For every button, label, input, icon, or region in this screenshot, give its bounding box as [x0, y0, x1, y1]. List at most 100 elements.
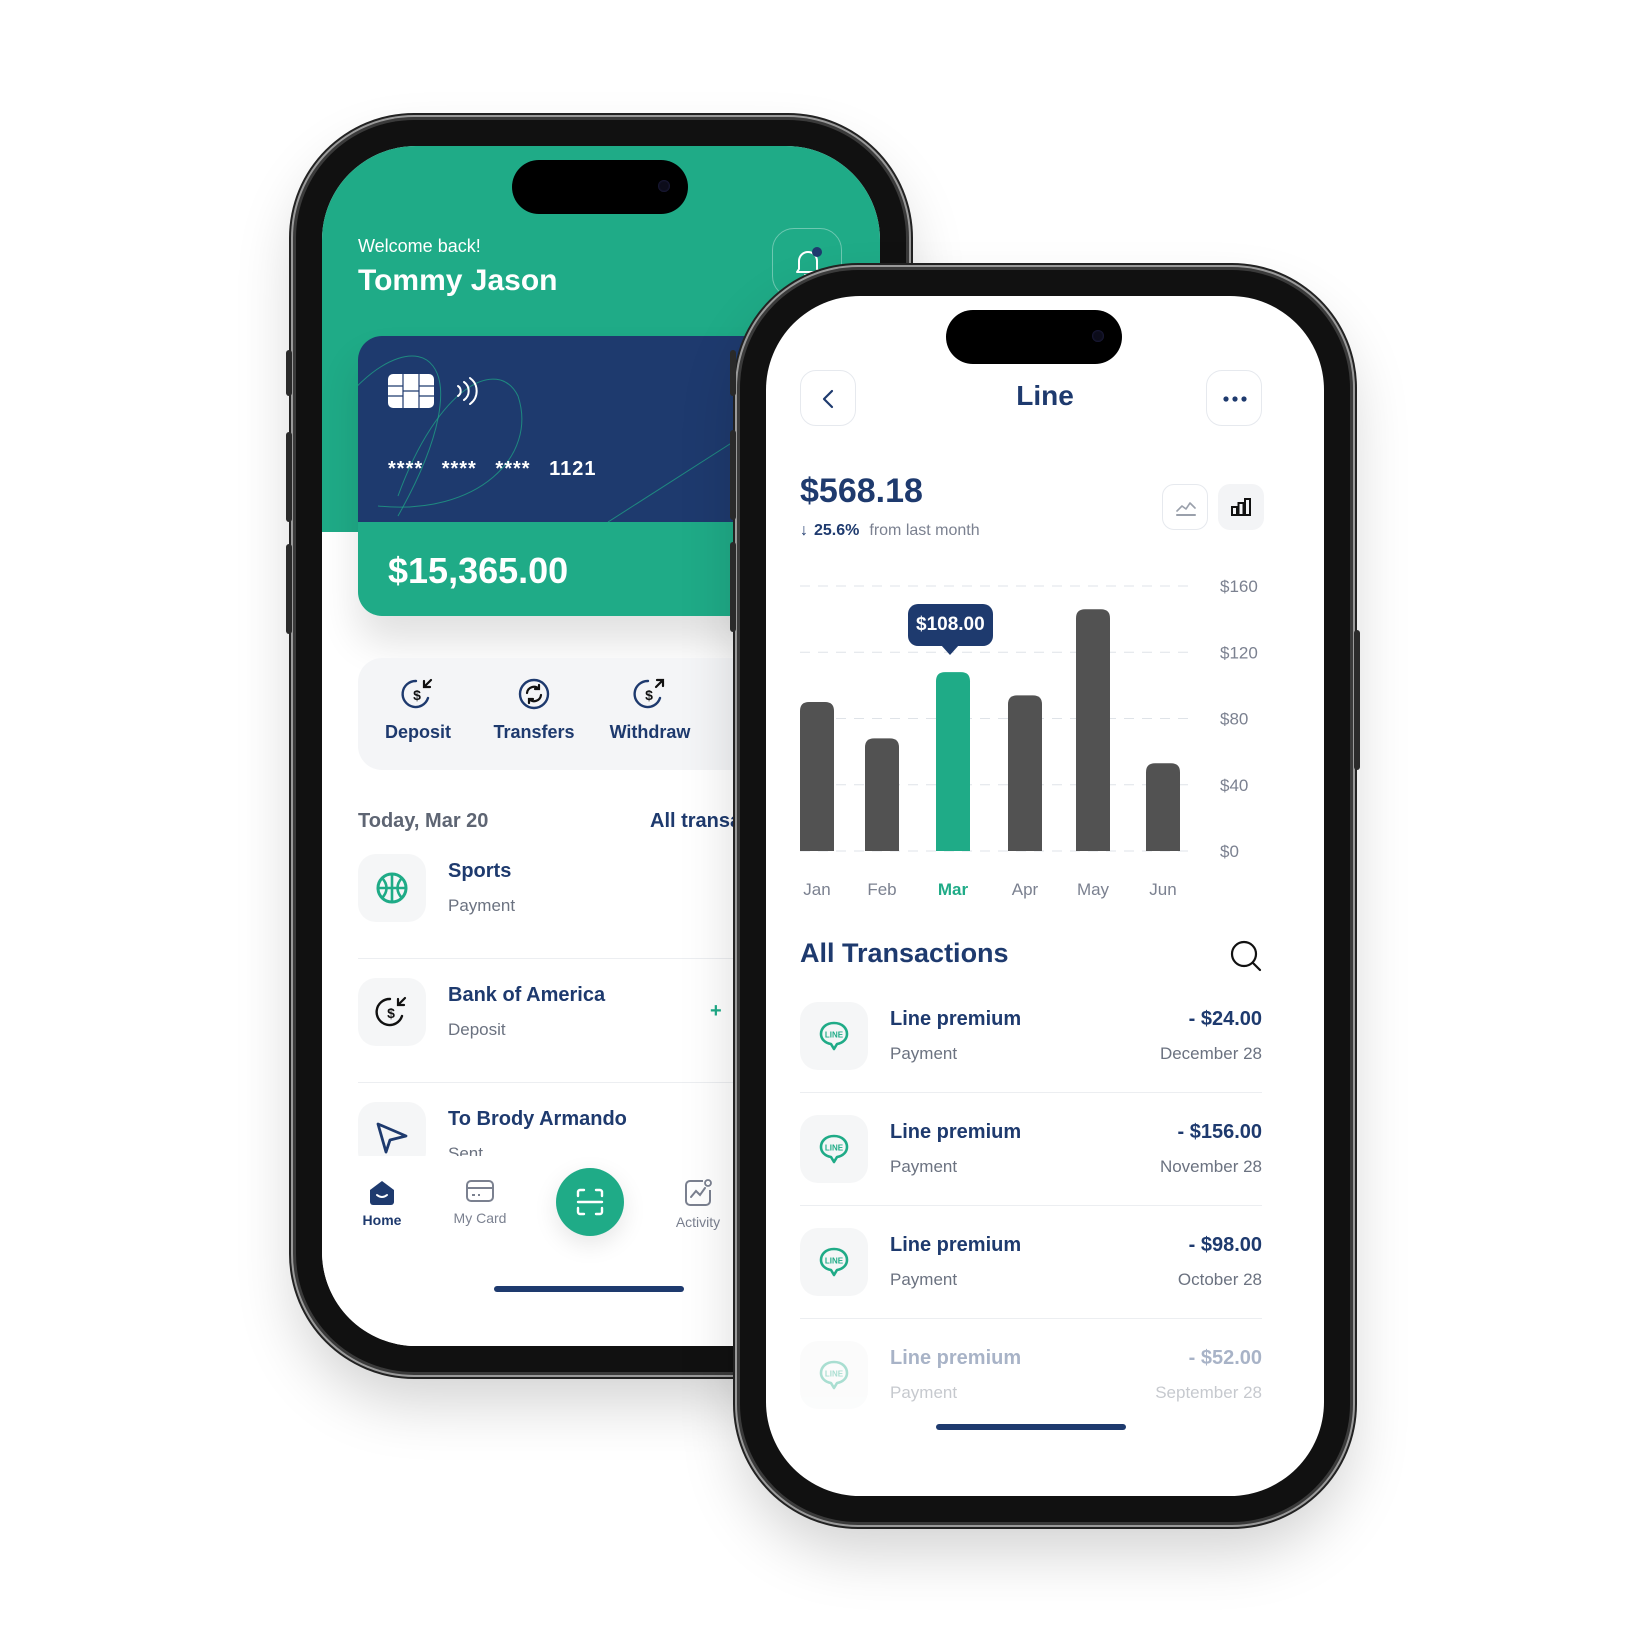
bar-mar[interactable] [936, 672, 970, 851]
greeting-text: Welcome back! [358, 236, 481, 256]
deposit-label: Deposit [384, 722, 451, 742]
transactions-screen: Line $568.18 ↓ 25.6% from last month $0 $40… [766, 296, 1324, 1496]
bar-may[interactable] [1076, 609, 1110, 851]
transaction-row[interactable]: LINE Line premium Payment - $24.00 Decem… [800, 1002, 1262, 1114]
change-summary: ↓ 25.6% from last month [800, 522, 980, 540]
transaction-icon-box: LINE [800, 1341, 868, 1409]
transaction-name: Line premium [890, 1347, 1022, 1369]
home-icon [370, 1181, 394, 1205]
more-horizontal-icon [1223, 396, 1247, 402]
volume-up-button [286, 432, 292, 522]
home-indicator [936, 1424, 1126, 1430]
svg-text:LINE: LINE [825, 1257, 844, 1266]
bar-value-tooltip: $108.00 [908, 604, 993, 656]
transactions-date-label: Today, Mar 20 [358, 810, 489, 832]
transaction-name: Line premium [890, 1008, 1022, 1030]
x-tick-label: Mar [938, 880, 969, 899]
line-chart-icon [1176, 502, 1196, 516]
tab-my-card[interactable]: My Card [440, 1178, 520, 1226]
transaction-title: Sports [448, 860, 512, 882]
card-last-four: 1121 [549, 458, 597, 480]
search-icon[interactable] [1230, 940, 1262, 972]
line-view-toggle[interactable] [1162, 484, 1208, 530]
card-number: **** **** **** 1121 [388, 458, 597, 481]
notification-dot [812, 247, 822, 257]
transaction-amount: - $52.00 [1188, 1347, 1262, 1369]
transaction-type: Payment [890, 1383, 958, 1402]
refresh-icon [518, 678, 550, 710]
svg-text:$: $ [387, 1005, 395, 1021]
dollar-out-icon: $ [633, 678, 665, 709]
transaction-row[interactable]: LINE Line premium Payment - $52.00 Septe… [800, 1341, 1262, 1453]
transaction-row[interactable]: LINE Line premium Payment - $98.00 Octob… [800, 1228, 1262, 1340]
transaction-type: Payment [890, 1270, 958, 1289]
transaction-row[interactable]: LINE Line premium Payment - $156.00 Nove… [800, 1115, 1262, 1227]
scan-icon [576, 1188, 604, 1216]
line-app-icon: LINE [819, 1360, 849, 1390]
transaction-amount: - $98.00 [1188, 1234, 1262, 1256]
y-tick-label: $80 [1220, 710, 1248, 729]
transaction-date: November 28 [1159, 1157, 1262, 1176]
arrow-down-icon: ↓ [800, 522, 808, 539]
spending-bar-chart: $0 $40 $80 $120 $160 Jan Feb Mar Apr May Jun [800, 577, 1258, 899]
bar-view-toggle[interactable] [1218, 484, 1264, 530]
masked-digits: **** [388, 458, 424, 480]
change-percent: 25.6% [814, 522, 860, 539]
activity-icon [685, 1179, 712, 1206]
transfers-label: Transfers [493, 722, 575, 742]
transaction-date: October 28 [1177, 1270, 1262, 1289]
change-caption: from last month [869, 522, 980, 539]
masked-digits: **** [441, 458, 477, 480]
tab-label: Activity [675, 1214, 721, 1230]
all-transactions-title: All Transactions [800, 938, 1009, 968]
card-balance: $15,365.00 [388, 550, 569, 591]
tab-label: My Card [453, 1210, 507, 1226]
line-app-icon: LINE [819, 1021, 849, 1051]
divider [800, 1318, 1262, 1319]
svg-text:LINE: LINE [825, 1370, 844, 1379]
x-tick-label: Jun [1149, 880, 1176, 899]
withdraw-button[interactable]: $ Withdraw [600, 676, 700, 743]
svg-text:LINE: LINE [825, 1144, 844, 1153]
y-tick-label: $120 [1220, 643, 1258, 662]
deposit-button[interactable]: $ Deposit [368, 676, 468, 743]
tab-activity[interactable]: Activity [658, 1178, 738, 1230]
card-chip-icon [388, 374, 434, 408]
power-button [1354, 630, 1360, 770]
mute-switch [730, 350, 736, 396]
transaction-icon-box: LINE [800, 1115, 868, 1183]
bar-apr[interactable] [1008, 695, 1042, 851]
bar-jan[interactable] [800, 701, 834, 851]
scan-button[interactable] [556, 1168, 624, 1236]
transfers-button[interactable]: Transfers [484, 676, 584, 743]
home-indicator [494, 1286, 684, 1292]
transaction-date: December 28 [1159, 1044, 1262, 1063]
withdraw-label: Withdraw [609, 722, 691, 742]
masked-digits: **** [495, 458, 531, 480]
transaction-amount: + [710, 1000, 722, 1022]
volume-down-button [286, 544, 292, 634]
mute-switch [286, 350, 292, 396]
transaction-icon-box [358, 854, 426, 922]
bar-feb[interactable] [865, 738, 899, 851]
transaction-amount: - $156.00 [1177, 1121, 1262, 1143]
svg-text:$: $ [413, 687, 421, 703]
send-icon [376, 1122, 408, 1154]
dollar-in-icon: $ [401, 678, 433, 709]
tab-label: Home [362, 1212, 402, 1228]
transaction-title: To Brody Armando [448, 1108, 627, 1130]
phone-transactions-screen: Line $568.18 ↓ 25.6% from last month $0 $40… [730, 270, 1360, 1522]
transaction-icon-box: LINE [800, 1002, 868, 1070]
transaction-type: Payment [890, 1157, 958, 1176]
bell-icon [796, 247, 822, 276]
bar-jun[interactable] [1146, 763, 1180, 851]
tab-home[interactable]: Home [342, 1178, 422, 1228]
volume-down-button [730, 542, 736, 632]
y-tick-label: $40 [1220, 776, 1248, 795]
transaction-title: Bank of America [448, 984, 606, 1006]
user-name: Tommy Jason [358, 264, 558, 297]
line-app-icon: LINE [819, 1247, 849, 1277]
total-amount: $568.18 [800, 472, 923, 510]
transaction-date: September 28 [1155, 1383, 1262, 1402]
more-options-button[interactable] [1206, 370, 1262, 426]
